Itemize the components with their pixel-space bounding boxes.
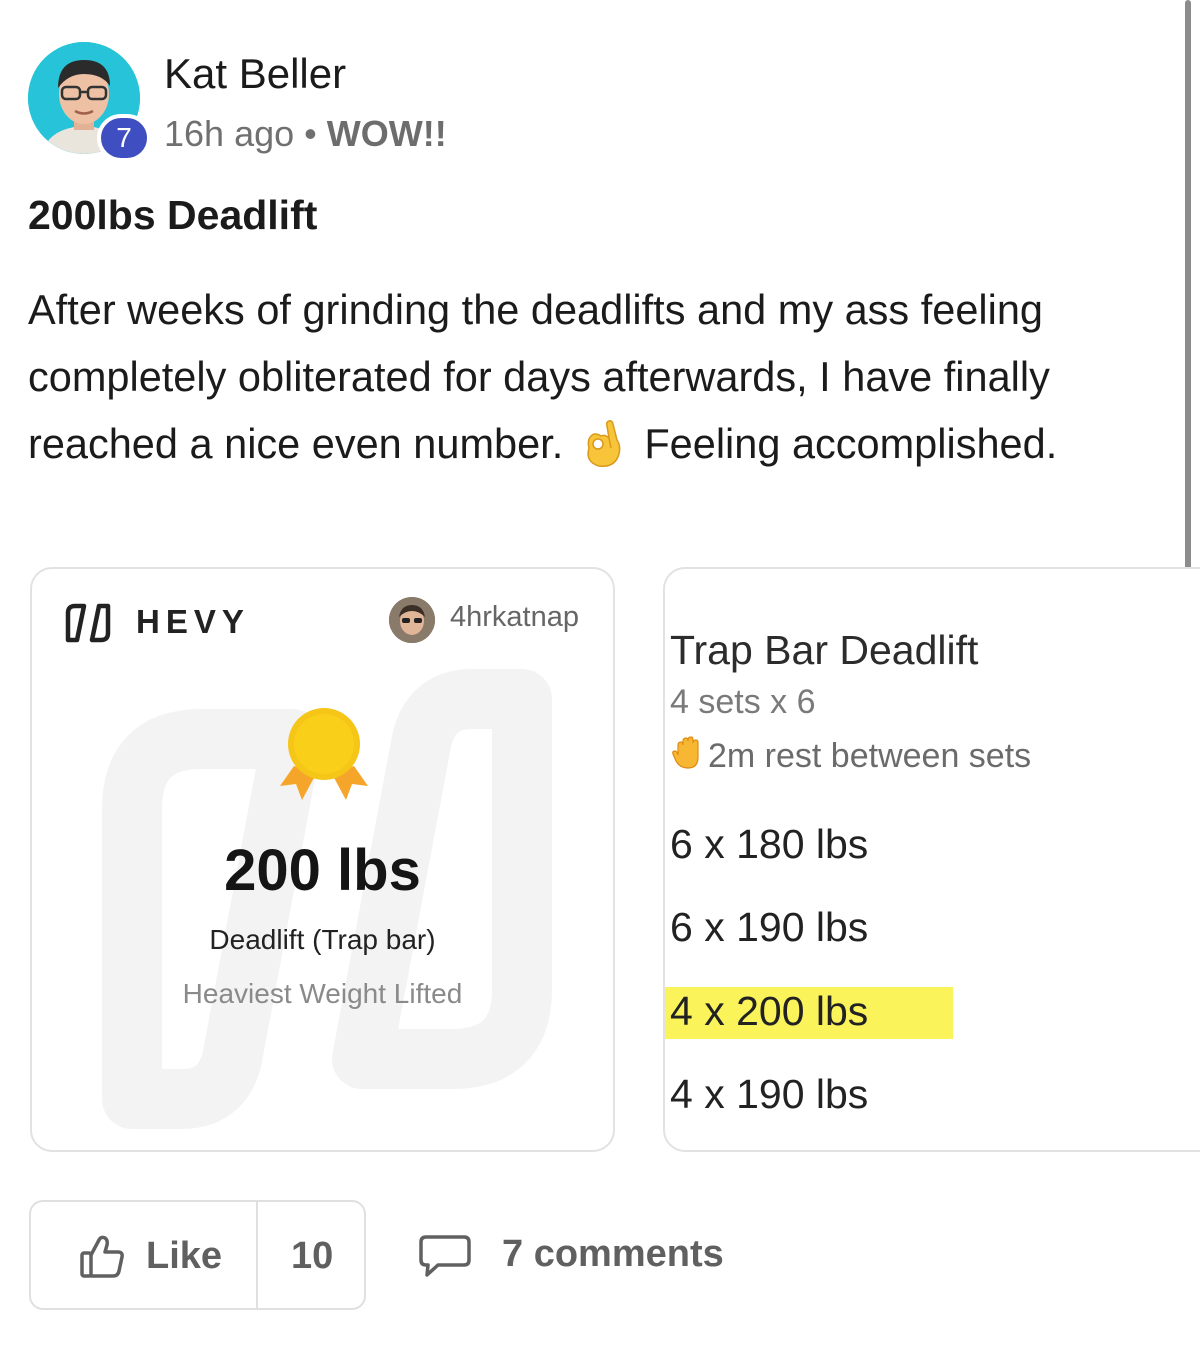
hevy-brand: HEVY (136, 603, 250, 640)
thumbs-up-icon[interactable] (79, 1234, 125, 1280)
hevy-pr-card[interactable]: HEVY 4hrkatnap 200 lbs Deadlift (Trap ba… (30, 567, 615, 1152)
rest-info: 2m rest between sets (670, 735, 1031, 776)
post-body: After weeks of grinding the deadlifts an… (28, 276, 1158, 477)
like-count[interactable]: 10 (291, 1235, 333, 1278)
medal-icon (280, 708, 368, 800)
pr-type: Heaviest Weight Lifted (182, 978, 463, 1009)
post-body-text-end: Feeling accomplished. (644, 420, 1058, 467)
workout-sets-card[interactable]: Trap Bar Deadlift 4 sets x 6 2m rest bet… (663, 567, 1200, 1152)
set-row-highlighted: 4 x 200 lbs (670, 988, 869, 1034)
pr-value: 200 lbs (224, 838, 421, 903)
comments-link[interactable]: 7 comments (502, 1233, 724, 1276)
sets-summary: 4 sets x 6 (670, 683, 816, 721)
set-row: 6 x 190 lbs (670, 904, 869, 950)
post-meta: 16h ago • WOW!! (164, 113, 447, 155)
comment-icon[interactable] (418, 1233, 472, 1279)
exercise-title: Trap Bar Deadlift (670, 627, 979, 673)
hevy-logo-icon (65, 603, 111, 643)
raised-hand-icon (670, 735, 706, 771)
author-name[interactable]: Kat Beller (164, 50, 346, 98)
like-button[interactable]: Like (146, 1235, 222, 1278)
set-row: 4 x 190 lbs (670, 1071, 869, 1117)
post-time: 16h ago (164, 113, 295, 154)
meta-separator: • (304, 113, 317, 154)
divider (256, 1202, 258, 1308)
level-badge: 7 (97, 114, 151, 162)
like-group: Like 10 (29, 1200, 366, 1310)
ok-hand-icon (579, 418, 625, 468)
post-title[interactable]: 200lbs Deadlift (28, 192, 317, 239)
set-row: 6 x 180 lbs (670, 821, 869, 867)
rest-text: 2m rest between sets (708, 737, 1032, 775)
post-flair[interactable]: WOW!! (327, 113, 447, 154)
pr-exercise: Deadlift (Trap bar) (209, 924, 436, 955)
hevy-username[interactable]: 4hrkatnap (450, 601, 579, 634)
hevy-user-avatar (389, 597, 435, 643)
